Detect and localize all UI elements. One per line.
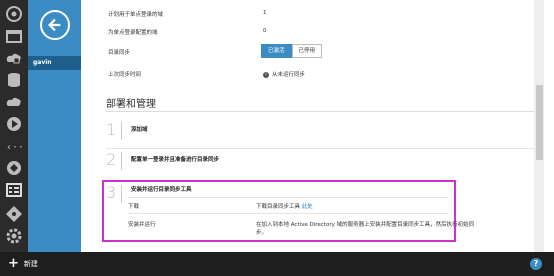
left-nav-rail: ‹··› [0, 0, 28, 252]
info-icon: i [263, 71, 269, 78]
traffic-icon[interactable] [4, 158, 24, 178]
plus-icon: + [8, 256, 19, 271]
sql-icon[interactable] [4, 70, 24, 90]
step-divider [128, 213, 448, 214]
sso-domains-configured-label: 为单点登录配置的域 [108, 30, 158, 36]
step-3: 3 安装并运行目录同步工具 下载 下载目录同步工具 此处 安装并运行 在加入到本… [106, 183, 474, 239]
media-icon[interactable] [4, 114, 24, 134]
directory-item-gavin[interactable]: gavin [28, 56, 81, 70]
network-icon[interactable]: ‹··› [4, 136, 24, 156]
sso-domains-configured-value: 0 [263, 28, 267, 34]
step-2: 2 配置单一登录并且准备进行目录同步 [106, 150, 536, 180]
scrollbar[interactable] [534, 0, 544, 252]
toggle-deactivated-button[interactable]: 已停用 [291, 44, 323, 58]
directory-sync-toggle: 已激活 已停用 [261, 44, 323, 58]
scrollbar-thumb[interactable] [536, 85, 543, 160]
back-button[interactable] [40, 10, 70, 40]
sso-domains-planned-label: 计划用于单点登录的域 [108, 12, 164, 18]
step-separator [121, 185, 122, 203]
download-description: 下载目录同步工具 [256, 204, 301, 210]
install-text-line1: 在加入到本地 Active Directory 域的服务器上安装并配置目录同步工… [256, 222, 475, 228]
download-link[interactable]: 此处 [302, 204, 313, 210]
step-title-install-sync-tool[interactable]: 安装并运行目录同步工具 [131, 185, 192, 193]
section-title: 部署和管理 [106, 99, 156, 110]
cloud-service-icon[interactable] [4, 48, 24, 68]
step-divider [106, 148, 536, 149]
svg-text:‹··›: ‹··› [6, 142, 23, 153]
last-sync-value: 从未运行同步 [272, 72, 306, 78]
toggle-activated-button[interactable]: 已激活 [261, 44, 292, 58]
download-label: 下载 [128, 204, 140, 210]
step-divider [128, 197, 448, 198]
directory-sync-label: 目录同步 [108, 50, 131, 56]
command-bar: + 新建 ? [0, 252, 554, 276]
help-icon[interactable]: ? [530, 258, 542, 270]
step-separator [121, 122, 122, 140]
step-separator [121, 152, 122, 170]
web-icon[interactable] [4, 26, 24, 46]
install-label: 安装并运行 [128, 222, 156, 228]
install-text-line2: 步。 [256, 230, 268, 236]
storage-icon[interactable] [4, 92, 24, 112]
new-button-label: 新建 [23, 260, 38, 268]
step-number: 2 [106, 150, 117, 169]
section-divider [106, 111, 536, 112]
step-number: 3 [106, 183, 117, 202]
overview-icon[interactable] [4, 4, 24, 24]
step-number: 1 [106, 120, 117, 139]
step-title-configure-sso[interactable]: 配置单一登录并且准备进行目录同步 [131, 155, 219, 163]
active-directory-icon[interactable] [0, 178, 28, 202]
sso-domains-planned-value: 1 [263, 10, 267, 16]
new-button[interactable]: + 新建 [8, 257, 38, 271]
settings-icon[interactable] [4, 226, 24, 246]
arrow-left-icon [48, 18, 61, 32]
main-content: 计划用于单点登录的域 1 为单点登录配置的域 0 目录同步 已激活 已停用 上次… [81, 0, 544, 252]
download-text: 下载目录同步工具 此处 [256, 202, 313, 210]
git-icon[interactable] [4, 204, 24, 224]
directory-panel: gavin [28, 0, 81, 252]
step-title-add-domain[interactable]: 添加域 [131, 125, 148, 133]
step-1: 1 添加域 [106, 120, 536, 150]
last-sync-status: i 从未运行同步 [263, 70, 305, 78]
last-sync-label: 上次同步时间 [108, 72, 142, 78]
